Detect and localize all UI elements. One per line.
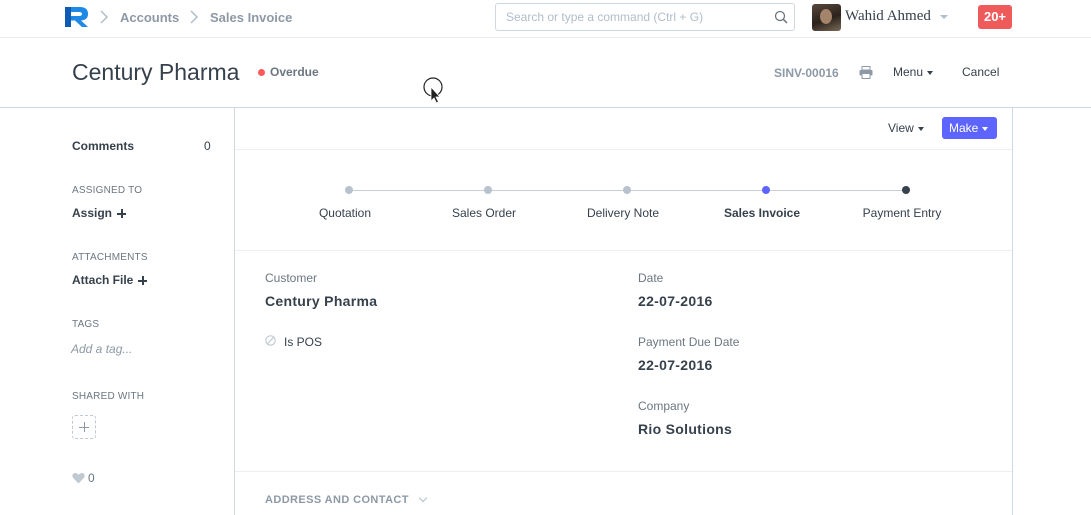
document-flow: Quotation Sales Order Delivery Note Sale… bbox=[235, 150, 1012, 251]
view-button[interactable]: View bbox=[888, 121, 924, 135]
flow-step-dot bbox=[345, 186, 353, 194]
due-date-label: Payment Due Date bbox=[638, 335, 740, 349]
flow-step-payment-entry[interactable]: Payment Entry bbox=[863, 206, 942, 220]
status-dot-icon bbox=[258, 69, 265, 76]
view-button-label: View bbox=[888, 121, 914, 135]
make-button[interactable]: Make bbox=[942, 117, 997, 139]
page-title: Century Pharma bbox=[72, 59, 240, 85]
assign-link[interactable]: Assign bbox=[72, 206, 127, 220]
chevron-down-icon[interactable] bbox=[940, 15, 948, 19]
shared-with-heading: SHARED WITH bbox=[72, 391, 145, 402]
status-badge: Overdue bbox=[270, 65, 319, 79]
menu-button[interactable]: Menu bbox=[893, 65, 934, 79]
add-tag-input[interactable]: Add a tag... bbox=[71, 342, 132, 356]
tags-heading: TAGS bbox=[72, 319, 100, 330]
date-label: Date bbox=[638, 271, 664, 285]
breadcrumb-chevron-icon bbox=[190, 10, 199, 24]
like-count: 0 bbox=[88, 471, 95, 485]
search-input[interactable] bbox=[496, 4, 766, 30]
print-icon[interactable] bbox=[859, 66, 873, 79]
flow-step-sales-invoice[interactable]: Sales Invoice bbox=[724, 206, 800, 220]
flow-step-dot bbox=[484, 186, 492, 194]
chevron-down-icon bbox=[418, 493, 428, 503]
make-button-label: Make bbox=[949, 121, 979, 135]
company-value[interactable]: Rio Solutions bbox=[638, 421, 732, 437]
sidebar-comments-label[interactable]: Comments bbox=[72, 139, 134, 153]
page-head: Century Pharma Overdue SINV-00016 Menu C… bbox=[0, 39, 1091, 108]
flow-step-sales-order[interactable]: Sales Order bbox=[452, 206, 516, 220]
section-divider bbox=[235, 471, 1012, 472]
add-share-button[interactable] bbox=[72, 415, 96, 439]
flow-step-delivery-note[interactable]: Delivery Note bbox=[587, 206, 659, 220]
navbar: Accounts Sales Invoice Wahid Ahmed 20+ bbox=[0, 0, 1091, 38]
flow-step-dot bbox=[902, 186, 910, 194]
due-date-value[interactable]: 22-07-2016 bbox=[638, 357, 713, 373]
attach-file-label: Attach File bbox=[72, 273, 134, 287]
is-pos-label: Is POS bbox=[284, 335, 323, 349]
plus-icon bbox=[117, 209, 127, 218]
address-contact-heading: ADDRESS AND CONTACT bbox=[265, 494, 409, 506]
flow-step-quotation[interactable]: Quotation bbox=[319, 206, 371, 220]
plus-icon bbox=[138, 276, 148, 285]
search-icon[interactable] bbox=[774, 10, 788, 24]
heart-icon[interactable] bbox=[72, 472, 85, 484]
notification-badge[interactable]: 20+ bbox=[978, 5, 1012, 29]
mouse-cursor-icon bbox=[423, 77, 443, 104]
assign-link-label: Assign bbox=[72, 206, 113, 220]
caret-down-icon bbox=[927, 70, 934, 75]
menu-button-label: Menu bbox=[893, 65, 924, 79]
flow-step-dot-current bbox=[762, 186, 770, 194]
form-main: View Make Quotation Sales Order Delivery… bbox=[234, 108, 1013, 515]
form-toolbar: View Make bbox=[235, 108, 1012, 150]
doc-name: SINV-00016 bbox=[774, 66, 839, 80]
address-contact-section[interactable]: ADDRESS AND CONTACT bbox=[265, 493, 428, 506]
caret-down-icon bbox=[982, 126, 989, 131]
search-bar bbox=[495, 3, 795, 31]
company-label: Company bbox=[638, 399, 690, 413]
breadcrumb-accounts[interactable]: Accounts bbox=[120, 10, 179, 25]
attachments-heading: ATTACHMENTS bbox=[72, 252, 148, 263]
user-name[interactable]: Wahid Ahmed bbox=[845, 8, 931, 25]
breadcrumb-chevron-icon bbox=[100, 10, 109, 24]
customer-label: Customer bbox=[265, 271, 318, 285]
caret-down-icon bbox=[917, 126, 924, 131]
breadcrumb-sales-invoice[interactable]: Sales Invoice bbox=[210, 10, 292, 25]
sidebar-comments-count: 0 bbox=[204, 139, 211, 153]
sidebar: Comments 0 ASSIGNED TO Assign ATTACHMENT… bbox=[0, 108, 234, 515]
form-fields: Customer Century Pharma Is POS Date 22-0… bbox=[235, 251, 1012, 471]
attach-file-link[interactable]: Attach File bbox=[72, 273, 148, 287]
avatar[interactable] bbox=[812, 4, 841, 31]
unchecked-icon[interactable] bbox=[265, 335, 276, 346]
cancel-button[interactable]: Cancel bbox=[962, 65, 999, 79]
customer-value[interactable]: Century Pharma bbox=[265, 293, 377, 309]
app-logo-icon[interactable] bbox=[63, 5, 91, 29]
date-value[interactable]: 22-07-2016 bbox=[638, 293, 713, 309]
assigned-to-heading: ASSIGNED TO bbox=[72, 185, 143, 196]
flow-step-dot bbox=[623, 186, 631, 194]
